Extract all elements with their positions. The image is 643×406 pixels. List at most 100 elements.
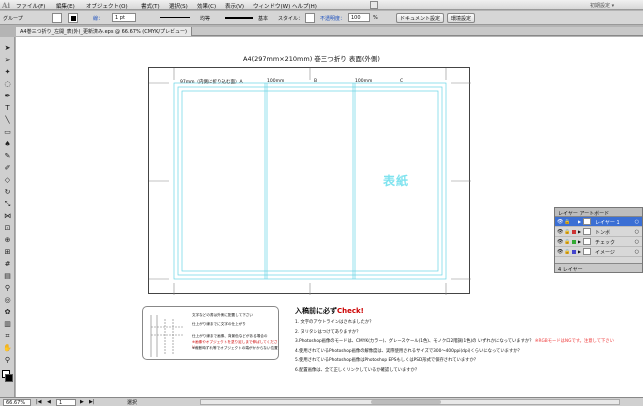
rectangle-tool-icon[interactable]: ▭ [2, 127, 13, 137]
expand-icon[interactable]: ▶ [578, 219, 581, 224]
blob-brush-tool-icon[interactable]: ✐ [2, 163, 13, 173]
magic-wand-tool-icon[interactable]: ✦ [2, 67, 13, 77]
layers-count: 4 レイヤー [555, 263, 642, 273]
menu-type[interactable]: 書式(T) [141, 2, 160, 10]
workspace-switcher[interactable]: 初期設定 ▾ [590, 2, 614, 9]
lock-icon[interactable]: 🔒 [564, 239, 570, 245]
menu-object[interactable]: オブジェクト(O) [86, 2, 128, 10]
menu-select[interactable]: 選択(S) [169, 2, 188, 10]
direct-selection-tool-icon[interactable]: ➢ [2, 55, 13, 65]
rgb-warning: ※RGBモードはNGです。注意して下さい [534, 339, 614, 344]
opacity-field[interactable]: 100 [348, 13, 370, 22]
scale-tool-icon[interactable]: ⤡ [2, 199, 13, 209]
type-tool-icon[interactable]: T [2, 103, 13, 113]
layer-name[interactable]: チェック [595, 239, 615, 246]
selection-tool-icon[interactable]: ➤ [2, 43, 13, 53]
target-icon[interactable]: ○ [635, 229, 639, 235]
panel-c-width-label: 100mm [355, 79, 373, 84]
layer-row[interactable]: 👁 🔒 ▶ トンボ ○ [555, 227, 642, 237]
gradient-tool-icon[interactable]: ▤ [2, 271, 13, 281]
symbol-sprayer-tool-icon[interactable]: ✿ [2, 307, 13, 317]
style-swatch[interactable] [305, 13, 315, 23]
document-tab-bar: A4巻三つ折り_左開_表(外)_更新済み.eps @ 66.67% (CMYK/… [16, 27, 643, 36]
stroke-color-tool-icon[interactable] [5, 374, 13, 382]
preferences-button[interactable]: 環境設定 [447, 13, 476, 23]
bridge-icon[interactable] [370, 1, 378, 9]
artboard[interactable] [148, 67, 471, 295]
document-setup-button[interactable]: ドキュメント設定 [396, 13, 445, 23]
prev-page-icon[interactable]: ◀ [47, 399, 51, 405]
page-field[interactable]: 1 [56, 399, 76, 406]
checklist-item: 1. 文字のアウトラインはされましたか？ [295, 320, 374, 325]
width-tool-icon[interactable]: ⋈ [2, 211, 13, 221]
layer-thumbnail [583, 248, 591, 255]
eye-icon[interactable]: 👁 [557, 249, 563, 255]
artboard-tool-icon[interactable]: ⌗ [2, 331, 13, 341]
layer-name[interactable]: トンボ [595, 229, 610, 236]
guide-note-1: 文字などの書は外側に配置して下さい [192, 313, 253, 317]
hand-tool-icon[interactable]: ✋ [2, 343, 13, 353]
zoom-field[interactable]: 66.67% [3, 399, 31, 406]
panel-b-label: B [314, 79, 318, 84]
layer-name[interactable]: レイヤー 1 [595, 219, 620, 226]
lasso-tool-icon[interactable]: ◌ [2, 79, 13, 89]
expand-icon[interactable]: ▶ [578, 229, 581, 234]
layer-name[interactable]: イメージ [595, 249, 615, 256]
eyedropper-tool-icon[interactable]: ⚲ [2, 283, 13, 293]
paintbrush-tool-icon[interactable]: ♠ [2, 139, 13, 149]
expand-icon[interactable]: ▶ [578, 239, 581, 244]
layers-panel-tabs[interactable]: レイヤー アートボード [555, 208, 642, 217]
pen-tool-icon[interactable]: ✒ [2, 91, 13, 101]
target-icon[interactable]: ○ [635, 249, 639, 255]
eye-icon[interactable]: 👁 [557, 219, 563, 225]
rotate-tool-icon[interactable]: ↻ [2, 187, 13, 197]
stroke-label[interactable]: 線： [93, 15, 103, 22]
horizontal-scrollbar[interactable] [200, 399, 620, 405]
layer-row[interactable]: 👁 🔒 ▶ イメージ ○ [555, 247, 642, 257]
last-page-icon[interactable]: ▶| [89, 399, 95, 405]
eraser-tool-icon[interactable]: ◇ [2, 175, 13, 185]
lock-icon[interactable]: 🔒 [564, 219, 570, 225]
layer-color-swatch [572, 240, 576, 244]
zoom-tool-icon[interactable]: ⚲ [2, 355, 13, 365]
checklist-item-text: 3.Photoshop画像のモードは、CMYK(カラー)、グレースケール(1色)… [295, 339, 534, 344]
line-tool-icon[interactable]: ╲ [2, 115, 13, 125]
panel-b-width-label: 100mm [267, 79, 285, 84]
stroke-swatch[interactable] [68, 13, 78, 23]
menu-window[interactable]: ウィンドウ(W) [253, 2, 290, 10]
brush-definition[interactable]: 基本 [258, 15, 268, 22]
checklist-item: 2. ヌリタシはつけてありますか？ [295, 329, 361, 335]
stroke-profile[interactable]: 均等 [200, 15, 210, 22]
perspective-grid-tool-icon[interactable]: ⊞ [2, 247, 13, 257]
expand-icon[interactable]: ▶ [578, 249, 581, 254]
next-page-icon[interactable]: ▶ [80, 399, 84, 405]
status-mode[interactable]: 選択 [127, 399, 137, 406]
target-icon[interactable]: ○ [635, 219, 639, 225]
stroke-color-icon [71, 16, 76, 21]
lock-icon[interactable]: 🔒 [564, 249, 570, 255]
first-page-icon[interactable]: |◀ [36, 399, 42, 405]
mesh-tool-icon[interactable]: # [2, 259, 13, 269]
free-transform-tool-icon[interactable]: ⊡ [2, 223, 13, 233]
shape-builder-tool-icon[interactable]: ⊕ [2, 235, 13, 245]
document-tab[interactable]: A4巻三つ折り_左開_表(外)_更新済み.eps @ 66.67% (CMYK/… [16, 27, 193, 36]
menu-view[interactable]: 表示(V) [225, 2, 244, 10]
menu-help[interactable]: ヘルプ(H) [292, 2, 317, 10]
scroll-thumb[interactable] [371, 400, 441, 404]
opacity-label[interactable]: 不透明度： [320, 15, 345, 22]
menu-edit[interactable]: 編集(E) [56, 2, 75, 10]
lock-icon[interactable]: 🔒 [564, 229, 570, 235]
stroke-weight-field[interactable]: 1 pt [112, 13, 136, 22]
eye-icon[interactable]: 👁 [557, 229, 563, 235]
menu-file[interactable]: ファイル(F) [16, 2, 45, 10]
eye-icon[interactable]: 👁 [557, 239, 563, 245]
menu-effect[interactable]: 効果(C) [197, 2, 216, 10]
pencil-tool-icon[interactable]: ✎ [2, 151, 13, 161]
fill-swatch[interactable] [52, 13, 62, 23]
blend-tool-icon[interactable]: ◎ [2, 295, 13, 305]
graph-tool-icon[interactable]: ▥ [2, 319, 13, 329]
layer-row[interactable]: 👁 🔒 ▶ レイヤー 1 ○ [555, 217, 642, 227]
document-heading: A4(297mm×210mm) 巻三つ折り 表面(外側) [243, 55, 380, 63]
target-icon[interactable]: ○ [635, 239, 639, 245]
layer-row[interactable]: 👁 🔒 ▶ チェック ○ [555, 237, 642, 247]
